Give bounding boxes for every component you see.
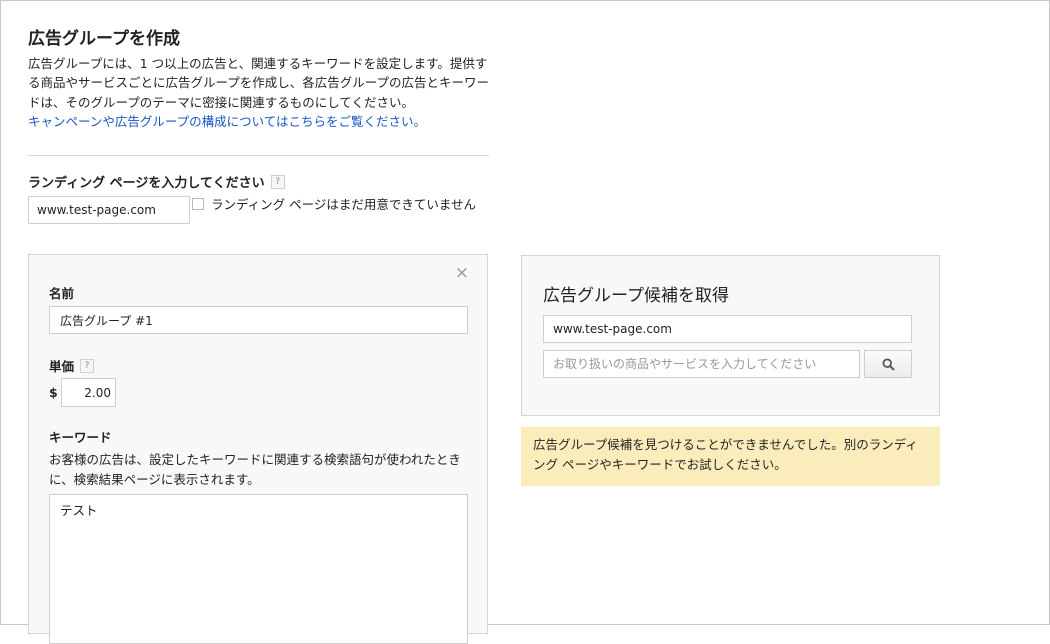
name-label: 名前	[49, 283, 74, 302]
landing-page-label-text: ランディング ページを入力してください	[28, 176, 265, 191]
currency-symbol: $	[49, 385, 58, 400]
suggestion-url-input[interactable]	[543, 315, 912, 343]
checkbox-label: ランディング ページはまだ用意できていません	[211, 197, 476, 212]
search-button[interactable]	[864, 350, 912, 378]
ad-group-name-input[interactable]	[49, 306, 468, 334]
suggestions-title: 広告グループ候補を取得	[543, 286, 729, 306]
product-service-input[interactable]	[543, 350, 860, 378]
bid-label-text: 単価	[49, 359, 75, 374]
intro-description: 広告グループには、1 つ以上の広告と、関連するキーワードを設定します。提供する商…	[28, 56, 490, 110]
bid-label: 単価 ?	[49, 356, 95, 375]
checkbox[interactable]	[192, 197, 204, 210]
close-icon[interactable]: ×	[455, 265, 469, 282]
ad-group-suggestions-panel: 広告グループ候補を取得	[521, 255, 940, 416]
divider	[28, 155, 489, 156]
help-icon[interactable]: ?	[80, 358, 95, 373]
keywords-label-text: キーワード	[49, 430, 112, 445]
page-title: 広告グループを作成	[28, 29, 180, 49]
intro-text: 広告グループには、1 つ以上の広告と、関連するキーワードを設定します。提供する商…	[28, 54, 490, 131]
keywords-description: お客様の広告は、設定したキーワードに関連する検索語句が使われたときに、検索結果ペ…	[49, 452, 461, 487]
landing-page-label: ランディング ページを入力してください ?	[28, 172, 285, 191]
ad-group-card: × 名前 単価 ? $ キーワード お客様の広告は、設定したキーワードに関連する…	[28, 254, 488, 644]
help-icon[interactable]: ?	[270, 174, 285, 189]
name-label-text: 名前	[49, 286, 75, 301]
keywords-label: キーワード	[49, 427, 112, 446]
landing-page-input[interactable]	[28, 196, 190, 224]
bid-input[interactable]	[61, 378, 116, 407]
no-suggestions-notice: 広告グループ候補を見つけることができませんでした。別のランディング ページやキー…	[521, 427, 940, 486]
search-icon	[881, 357, 895, 371]
no-landing-page-checkbox[interactable]: ランディング ページはまだ用意できていません	[192, 194, 476, 213]
keywords-textarea[interactable]: テスト	[49, 494, 468, 644]
campaign-structure-link[interactable]: キャンペーンや広告グループの構成についてはこちらをご覧ください。	[28, 112, 490, 131]
